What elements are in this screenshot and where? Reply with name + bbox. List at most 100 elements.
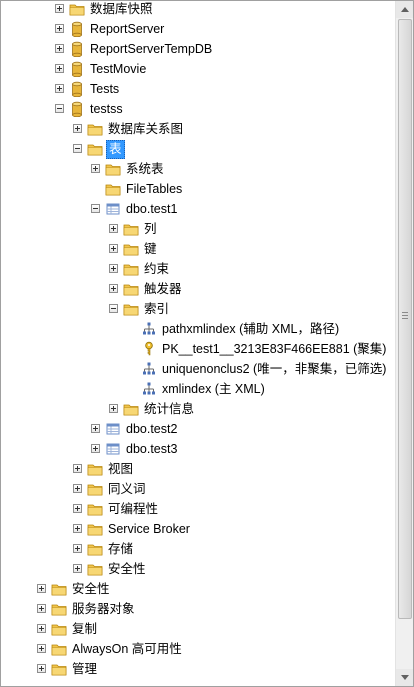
tree-node[interactable]: FileTables [1, 179, 395, 199]
scroll-down-button[interactable] [396, 669, 413, 686]
tree-node-label[interactable]: ReportServer [88, 19, 166, 39]
tree-node[interactable]: PK__test1__3213E83F466EE881 (聚集) [1, 339, 395, 359]
tree-node-label[interactable]: 存储 [106, 539, 135, 559]
expand-icon[interactable] [55, 4, 64, 13]
tree-node-label[interactable]: 服务器对象 [70, 599, 137, 619]
tree-node[interactable]: 视图 [1, 459, 395, 479]
tree-node-label[interactable]: 安全性 [70, 579, 112, 599]
tree-node-label[interactable]: 约束 [142, 259, 171, 279]
tree-node-label[interactable]: 数据库快照 [88, 1, 155, 19]
tree-node-label[interactable]: AlwaysOn 高可用性 [70, 639, 184, 659]
tree-node-label[interactable]: 管理 [70, 659, 99, 679]
tree-node[interactable]: 统计信息 [1, 399, 395, 419]
tree-node[interactable]: 可编程性 [1, 499, 395, 519]
tree-node[interactable]: 管理 [1, 659, 395, 679]
tree-node[interactable]: 复制 [1, 619, 395, 639]
expand-icon[interactable] [73, 524, 82, 533]
expand-icon[interactable] [73, 504, 82, 513]
tree-node-label[interactable]: 安全性 [106, 559, 148, 579]
tree-node-label[interactable]: 统计信息 [142, 399, 196, 419]
tree-node[interactable]: 键 [1, 239, 395, 259]
tree-node-label[interactable]: PK__test1__3213E83F466EE881 (聚集) [160, 339, 388, 359]
expand-icon[interactable] [73, 544, 82, 553]
tree-node-label[interactable]: 同义词 [106, 479, 148, 499]
tree-node[interactable]: dbo.test1 [1, 199, 395, 219]
tree-node[interactable]: dbo.test3 [1, 439, 395, 459]
tree-node-label[interactable]: dbo.test3 [124, 439, 179, 459]
collapse-icon[interactable] [55, 104, 64, 113]
tree-node[interactable]: 索引 [1, 299, 395, 319]
expand-icon[interactable] [109, 284, 118, 293]
tree-node[interactable]: 表 [1, 139, 395, 159]
tree-node[interactable]: testss [1, 99, 395, 119]
tree-node[interactable]: 触发器 [1, 279, 395, 299]
tree-node[interactable]: TestMovie [1, 59, 395, 79]
tree-node-label[interactable]: 数据库关系图 [106, 119, 185, 139]
expand-icon[interactable] [37, 664, 46, 673]
tree-node[interactable]: ReportServerTempDB [1, 39, 395, 59]
tree-node[interactable]: 同义词 [1, 479, 395, 499]
expand-icon[interactable] [109, 264, 118, 273]
tree-node[interactable]: 安全性 [1, 579, 395, 599]
tree-node-label[interactable]: FileTables [124, 179, 184, 199]
tree-node-label[interactable]: dbo.test1 [124, 199, 179, 219]
tree-node[interactable]: 存储 [1, 539, 395, 559]
collapse-icon[interactable] [91, 204, 100, 213]
expand-icon[interactable] [109, 224, 118, 233]
tree-node[interactable]: 数据库快照 [1, 1, 395, 19]
tree-node[interactable]: uniquenonclus2 (唯一，非聚集，已筛选) [1, 359, 395, 379]
expand-icon[interactable] [37, 584, 46, 593]
expand-icon[interactable] [91, 424, 100, 433]
tree-node-label[interactable]: TestMovie [88, 59, 148, 79]
expand-icon[interactable] [37, 644, 46, 653]
expand-icon[interactable] [73, 484, 82, 493]
tree-node-label[interactable]: 索引 [142, 299, 171, 319]
expand-icon[interactable] [91, 164, 100, 173]
expand-icon[interactable] [55, 24, 64, 33]
tree-node-label[interactable]: xmlindex (主 XML) [160, 379, 267, 399]
expand-icon[interactable] [55, 84, 64, 93]
tree-node[interactable]: Tests [1, 79, 395, 99]
tree-node[interactable]: 列 [1, 219, 395, 239]
tree-node[interactable]: 数据库关系图 [1, 119, 395, 139]
scroll-up-button[interactable] [396, 1, 413, 18]
collapse-icon[interactable] [109, 304, 118, 313]
tree-node[interactable]: pathxmlindex (辅助 XML，路径) [1, 319, 395, 339]
tree-node-label[interactable]: Tests [88, 79, 121, 99]
expand-icon[interactable] [109, 244, 118, 253]
tree-node[interactable]: AlwaysOn 高可用性 [1, 639, 395, 659]
expand-icon[interactable] [91, 444, 100, 453]
expand-icon[interactable] [109, 404, 118, 413]
scrollbar-thumb[interactable] [398, 19, 412, 619]
tree-node[interactable]: Service Broker [1, 519, 395, 539]
tree-node[interactable]: 安全性 [1, 559, 395, 579]
expand-icon[interactable] [55, 64, 64, 73]
expand-icon[interactable] [37, 604, 46, 613]
tree-node-label[interactable]: Service Broker [106, 519, 192, 539]
tree-node[interactable]: xmlindex (主 XML) [1, 379, 395, 399]
tree-node[interactable]: 系统表 [1, 159, 395, 179]
tree-node-label[interactable]: uniquenonclus2 (唯一，非聚集，已筛选) [160, 359, 388, 379]
tree-node[interactable]: ReportServer [1, 19, 395, 39]
expand-icon[interactable] [55, 44, 64, 53]
tree-node[interactable]: 约束 [1, 259, 395, 279]
tree-node-label[interactable]: 系统表 [124, 159, 166, 179]
collapse-icon[interactable] [73, 144, 82, 153]
expand-icon[interactable] [73, 564, 82, 573]
tree-node[interactable]: dbo.test2 [1, 419, 395, 439]
tree-node-label[interactable]: ReportServerTempDB [88, 39, 214, 59]
tree-node-label[interactable]: 复制 [70, 619, 99, 639]
expand-icon[interactable] [73, 124, 82, 133]
tree-node[interactable]: 服务器对象 [1, 599, 395, 619]
tree-node-label[interactable]: 触发器 [142, 279, 184, 299]
tree-node-label[interactable]: pathxmlindex (辅助 XML，路径) [160, 319, 341, 339]
vertical-scrollbar[interactable] [395, 1, 413, 686]
tree-node-label[interactable]: 视图 [106, 459, 135, 479]
tree-node-label[interactable]: 列 [142, 219, 159, 239]
tree-node-label[interactable]: 表 [106, 140, 125, 159]
tree-node-label[interactable]: 键 [142, 239, 159, 259]
tree-node-label[interactable]: testss [88, 99, 125, 119]
tree-node-label[interactable]: dbo.test2 [124, 419, 179, 439]
expand-icon[interactable] [37, 624, 46, 633]
tree-node-label[interactable]: 可编程性 [106, 499, 160, 519]
